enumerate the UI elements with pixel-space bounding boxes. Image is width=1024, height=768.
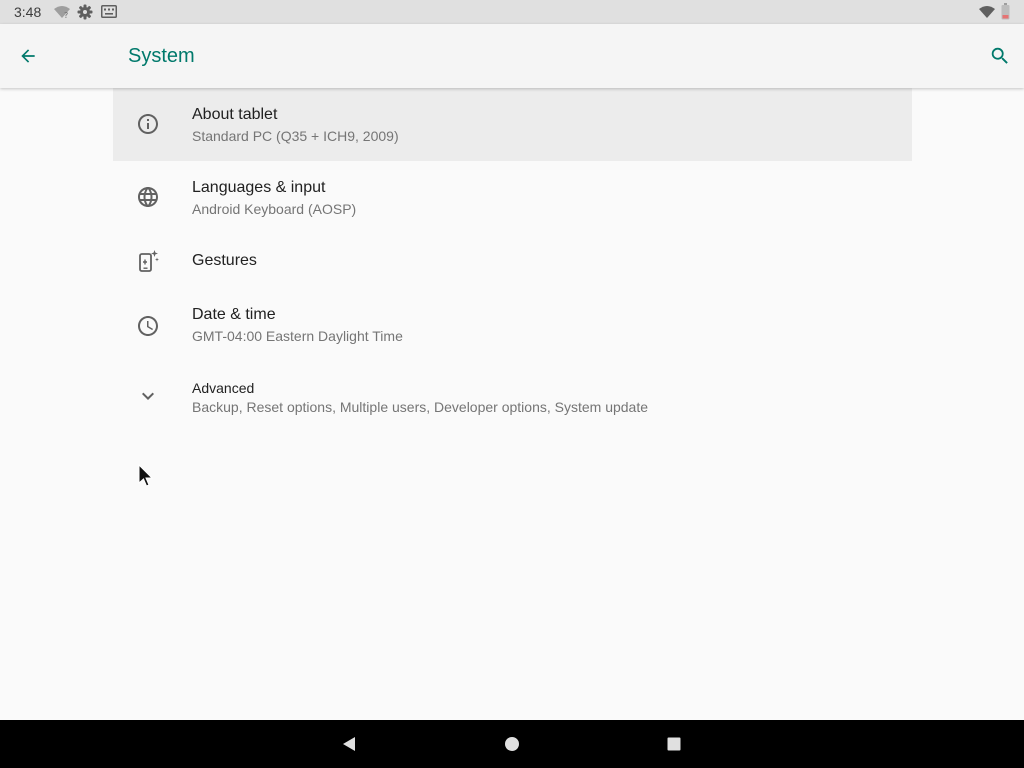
info-icon bbox=[135, 111, 161, 137]
page-title: System bbox=[128, 45, 195, 67]
globe-icon bbox=[135, 184, 161, 210]
app-bar: System bbox=[0, 24, 1024, 88]
wifi-question-icon: ? bbox=[54, 6, 70, 19]
mouse-cursor-icon bbox=[138, 464, 154, 487]
settings-item-title: About tablet bbox=[192, 106, 278, 123]
recents-square-icon bbox=[667, 737, 681, 751]
settings-item-summary: GMT-04:00 Eastern Daylight Time bbox=[192, 328, 403, 344]
gestures-icon bbox=[135, 248, 161, 274]
status-time: 3:48 bbox=[14, 4, 42, 20]
home-circle-icon bbox=[505, 737, 519, 751]
chevron-down-icon bbox=[135, 383, 161, 409]
keyboard-icon bbox=[101, 5, 117, 18]
settings-item-date-time[interactable]: Date & time GMT-04:00 Eastern Daylight T… bbox=[113, 288, 912, 361]
settings-gear-icon bbox=[77, 4, 93, 20]
settings-item-title: Advanced bbox=[192, 380, 255, 396]
settings-list: About tablet Standard PC (Q35 + ICH9, 20… bbox=[113, 88, 912, 431]
arrow-back-icon bbox=[21, 49, 35, 63]
settings-item-advanced[interactable]: Advanced Backup, Reset options, Multiple… bbox=[113, 361, 912, 431]
svg-text:?: ? bbox=[64, 11, 68, 19]
settings-item-summary: Backup, Reset options, Multiple users, D… bbox=[192, 399, 649, 415]
settings-item-title: Gestures bbox=[192, 252, 257, 269]
settings-item-title: Languages & input bbox=[192, 179, 326, 196]
settings-item-about-tablet[interactable]: About tablet Standard PC (Q35 + ICH9, 20… bbox=[113, 88, 912, 161]
nav-recents-button[interactable] bbox=[662, 732, 686, 756]
back-button[interactable] bbox=[12, 40, 44, 72]
settings-item-summary: Android Keyboard (AOSP) bbox=[192, 201, 357, 217]
search-button[interactable] bbox=[984, 40, 1016, 72]
back-triangle-icon bbox=[343, 737, 355, 751]
settings-item-title: Date & time bbox=[192, 306, 276, 323]
nav-home-button[interactable] bbox=[500, 732, 524, 756]
settings-item-gestures[interactable]: Gestures bbox=[113, 234, 912, 288]
status-bar: 3:48 ? bbox=[0, 0, 1024, 24]
settings-item-languages-input[interactable]: Languages & input Android Keyboard (AOSP… bbox=[113, 161, 912, 234]
clock-icon bbox=[135, 313, 161, 339]
battery-icon bbox=[1001, 3, 1010, 20]
navigation-bar bbox=[0, 720, 1024, 768]
settings-item-summary: Standard PC (Q35 + ICH9, 2009) bbox=[192, 128, 399, 144]
search-icon bbox=[991, 47, 1008, 64]
nav-back-button[interactable] bbox=[337, 732, 361, 756]
wifi-signal-icon bbox=[979, 6, 995, 18]
